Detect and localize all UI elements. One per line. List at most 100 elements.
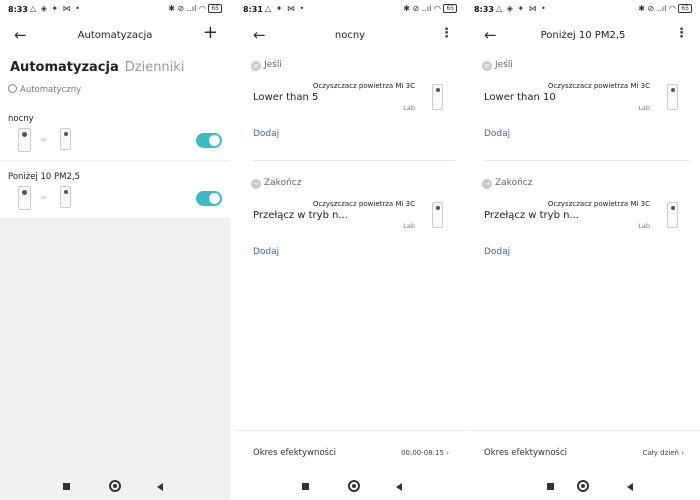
back-icon[interactable] bbox=[157, 483, 163, 491]
automation-toggle[interactable] bbox=[196, 133, 222, 148]
automation-detail-screen: 8:33 △ ◈ ✦ ⋈ • ✱ ⊘ ..ıl ◠ 65 ← Poniżej 1… bbox=[466, 0, 700, 500]
status-left-icons: △ ◈ ✦ ⋈ • bbox=[30, 4, 81, 13]
period-value-text: Cały dzień bbox=[642, 449, 679, 457]
list-icon: ≡ bbox=[251, 61, 261, 71]
more-options-icon[interactable]: ⋮ bbox=[675, 26, 688, 41]
add-condition-link[interactable]: Dodaj bbox=[253, 129, 279, 139]
status-right-icons: ✱ ⊘ ..ıl ◠ 65 bbox=[638, 4, 692, 13]
lock-icon bbox=[8, 84, 17, 93]
recents-icon[interactable] bbox=[302, 483, 309, 490]
status-left-icons: △ ◈ ✦ ⋈ • bbox=[496, 4, 547, 13]
status-bar: 8:31 △ ✦ ⋈ • ✱ ⊘ ..ıl ◠ 65 bbox=[235, 3, 465, 17]
tab-automation[interactable]: Automatyzacja bbox=[10, 60, 119, 75]
status-time: 8:33 bbox=[474, 5, 494, 14]
air-purifier-icon bbox=[18, 128, 31, 152]
automation-card[interactable]: nocny ∞ bbox=[0, 108, 230, 160]
if-section-header: ≡ Jeśli bbox=[251, 60, 282, 71]
chevron-right-icon: › bbox=[446, 449, 449, 457]
automation-toggle[interactable] bbox=[196, 191, 222, 206]
status-time: 8:33 bbox=[8, 5, 28, 14]
recents-icon[interactable] bbox=[547, 483, 554, 490]
then-section-header: → Zakończ bbox=[482, 178, 532, 189]
back-icon[interactable] bbox=[396, 483, 402, 491]
add-icon[interactable]: + bbox=[203, 22, 218, 43]
effective-period-value[interactable]: Cały dzień › bbox=[643, 449, 684, 457]
status-bar: 8:33 △ ◈ ✦ ⋈ • ✱ ⊘ ..ıl ◠ 65 bbox=[0, 3, 230, 17]
divider bbox=[466, 430, 700, 431]
page-title: Automatyzacja bbox=[77, 30, 153, 41]
status-signal-icons: ✱ ⊘ ..ıl ◠ bbox=[638, 4, 676, 13]
effective-period-label[interactable]: Okres efektywności bbox=[484, 448, 567, 458]
add-action-link[interactable]: Dodaj bbox=[484, 247, 510, 257]
if-section-label: Jeśli bbox=[495, 60, 513, 70]
then-section-label: Zakończ bbox=[495, 178, 533, 188]
link-icon: ∞ bbox=[40, 135, 47, 144]
back-icon[interactable] bbox=[627, 483, 633, 491]
status-right-icons: ✱ ⊘ ..ıl ◠ 65 bbox=[168, 4, 222, 13]
link-icon: ∞ bbox=[40, 193, 47, 202]
system-nav-bar bbox=[235, 474, 465, 500]
action-text[interactable]: Przełącz w tryb n... bbox=[253, 210, 348, 221]
page-title: nocny bbox=[334, 30, 366, 41]
status-signal-icons: ✱ ⊘ ..ıl ◠ bbox=[168, 4, 206, 13]
recents-icon[interactable] bbox=[63, 483, 70, 490]
tab-logs[interactable]: Dzienniki bbox=[125, 60, 185, 75]
battery-icon: 65 bbox=[678, 4, 692, 13]
condition-text[interactable]: Lower than 10 bbox=[484, 92, 556, 103]
then-section-label: Zakończ bbox=[264, 178, 302, 188]
add-action-link[interactable]: Dodaj bbox=[253, 247, 279, 257]
app-header: ← Poniżej 10 PM2,5 ⋮ bbox=[466, 24, 700, 48]
device-name: Oczyszczacz powietrza Mi 3C bbox=[312, 200, 415, 208]
air-purifier-icon bbox=[667, 84, 678, 110]
condition-text[interactable]: Lower than 5 bbox=[253, 92, 318, 103]
status-right-icons: ✱ ⊘ ..ıl ◠ 65 bbox=[403, 4, 457, 13]
status-left-icons: △ ✦ ⋈ • bbox=[265, 4, 306, 13]
device-room: Lab bbox=[638, 104, 650, 112]
divider bbox=[253, 160, 455, 161]
empty-area bbox=[0, 218, 230, 500]
chevron-right-icon: › bbox=[681, 449, 684, 457]
device-room: Lab bbox=[403, 104, 415, 112]
status-signal-icons: ✱ ⊘ ..ıl ◠ bbox=[403, 4, 441, 13]
automation-name: Poniżej 10 PM2,5 bbox=[8, 172, 81, 182]
device-name: Oczyszczacz powietrza Mi 3C bbox=[547, 200, 650, 208]
more-options-icon[interactable]: ⋮ bbox=[440, 26, 453, 41]
status-bar: 8:33 △ ◈ ✦ ⋈ • ✱ ⊘ ..ıl ◠ 65 bbox=[466, 3, 700, 17]
system-nav-bar bbox=[0, 474, 230, 500]
app-header: ← Automatyzacja + bbox=[0, 22, 230, 48]
status-time: 8:31 bbox=[243, 5, 263, 14]
automation-detail-screen: 8:31 △ ✦ ⋈ • ✱ ⊘ ..ıl ◠ 65 ← nocny ⋮ ≡ Je… bbox=[235, 0, 465, 500]
page-title: Poniżej 10 PM2,5 bbox=[540, 30, 626, 41]
device-name: Oczyszczacz powietrza Mi 3C bbox=[547, 82, 650, 90]
divider bbox=[235, 430, 465, 431]
period-value-text: 00:00-08:15 bbox=[401, 449, 444, 457]
effective-period-value[interactable]: 00:00-08:15 › bbox=[401, 449, 449, 457]
home-icon[interactable] bbox=[109, 480, 121, 492]
tab-bar: Automatyzacja Dzienniki bbox=[10, 60, 184, 75]
arrow-right-icon: → bbox=[251, 179, 261, 189]
subhead-label: Automatyczny bbox=[20, 85, 82, 95]
automation-card[interactable]: Poniżej 10 PM2,5 ∞ bbox=[0, 166, 230, 218]
automation-list-screen: 8:33 △ ◈ ✦ ⋈ • ✱ ⊘ ..ıl ◠ 65 ← Automatyz… bbox=[0, 0, 230, 500]
device-name: Oczyszczacz powietrza Mi 3C bbox=[312, 82, 415, 90]
if-section-label: Jeśli bbox=[264, 60, 282, 70]
divider bbox=[0, 160, 230, 161]
effective-period-label[interactable]: Okres efektywności bbox=[253, 448, 336, 458]
system-nav-bar bbox=[466, 474, 700, 500]
automation-name: nocny bbox=[8, 114, 34, 124]
arrow-right-icon: → bbox=[482, 179, 492, 189]
air-purifier-icon bbox=[432, 202, 443, 228]
list-icon: ≡ bbox=[482, 61, 492, 71]
divider bbox=[484, 160, 690, 161]
add-condition-link[interactable]: Dodaj bbox=[484, 129, 510, 139]
device-room: Lab bbox=[638, 222, 650, 230]
action-text[interactable]: Przełącz w tryb n... bbox=[484, 210, 579, 221]
if-section-header: ≡ Jeśli bbox=[482, 60, 513, 71]
home-icon[interactable] bbox=[577, 480, 589, 492]
home-icon[interactable] bbox=[348, 480, 360, 492]
app-header: ← nocny ⋮ bbox=[235, 24, 465, 48]
then-section-header: → Zakończ bbox=[251, 178, 301, 189]
air-purifier-icon bbox=[60, 128, 71, 150]
air-purifier-icon bbox=[667, 202, 678, 228]
automatic-subheading: Automatyczny bbox=[8, 84, 81, 95]
